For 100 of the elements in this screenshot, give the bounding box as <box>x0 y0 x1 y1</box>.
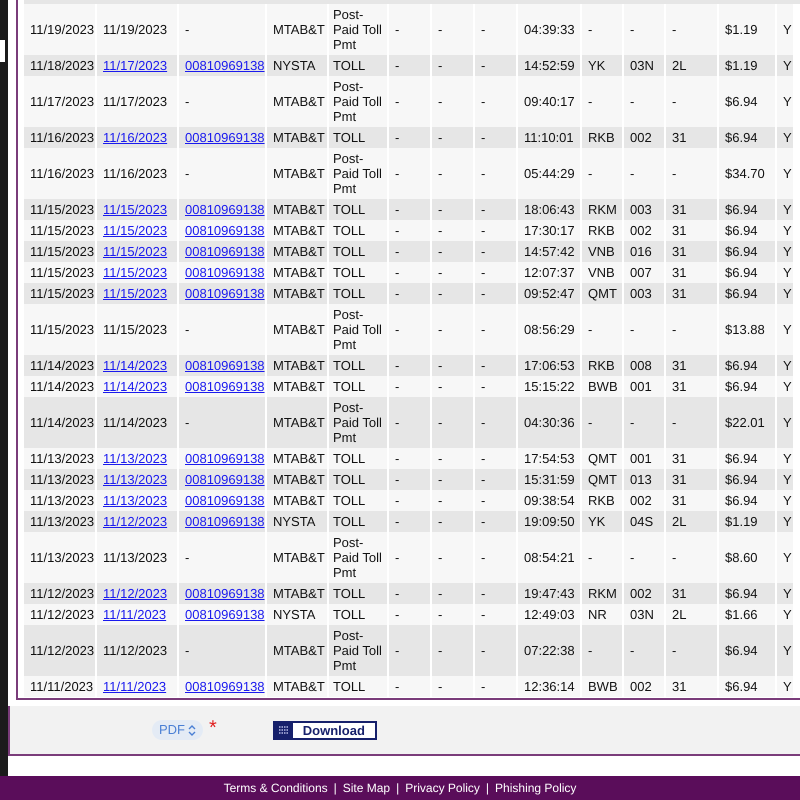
table-cell: Y <box>783 94 792 109</box>
table-cell: NR <box>588 607 607 622</box>
table-cell: - <box>481 286 486 301</box>
table-link[interactable]: 00810969138 <box>185 514 265 529</box>
table-cell: - <box>588 322 592 337</box>
table-cell: 31 <box>672 358 686 373</box>
table-cell: 11/15/2023 <box>30 202 94 217</box>
table-link[interactable]: 11/14/2023 <box>103 379 168 394</box>
table-cell: $6.94 <box>725 679 758 694</box>
table-link[interactable]: 00810969138 <box>185 244 265 259</box>
table-cell: - <box>481 22 486 37</box>
table-cell: - <box>395 451 400 466</box>
table-link[interactable]: 11/12/2023 <box>103 586 168 601</box>
table-link[interactable]: 11/15/2023 <box>103 202 168 217</box>
table-cell: $6.94 <box>725 472 758 487</box>
table-cell: - <box>481 472 486 487</box>
table-cell: Y <box>783 451 792 466</box>
table-cell: 31 <box>672 679 686 694</box>
table-cell: 09:52:47 <box>524 286 575 301</box>
footer-link[interactable]: Phishing Policy <box>495 779 576 797</box>
table-cell: MTAB&T <box>273 415 325 430</box>
table-cell: - <box>395 58 400 73</box>
table-cell: 18:06:43 <box>524 202 575 217</box>
table-link[interactable]: 00810969138 <box>185 493 265 508</box>
table-cell: Y <box>783 244 792 259</box>
table-link[interactable]: 11/13/2023 <box>103 451 168 466</box>
table-cell: - <box>630 643 634 658</box>
table-link[interactable]: 11/11/2023 <box>103 607 166 622</box>
table-cell: $1.19 <box>725 514 758 529</box>
table-cell: Y <box>783 586 792 601</box>
footer-link[interactable]: Terms & Conditions <box>224 779 328 797</box>
table-cell: 013 <box>630 472 652 487</box>
table-cell: - <box>438 451 442 466</box>
table-link[interactable]: 00810969138 <box>185 358 265 373</box>
table-cell: - <box>630 166 634 181</box>
table-cell: $34.70 <box>725 166 765 181</box>
table-cell: TOLL <box>333 58 366 73</box>
table-link[interactable]: 11/12/2023 <box>103 514 168 529</box>
table-link[interactable]: 11/11/2023 <box>103 679 166 694</box>
table-cell: - <box>588 22 592 37</box>
table-cell: - <box>481 643 486 658</box>
table-cell: - <box>438 415 442 430</box>
table-cell: 11/19/2023 <box>103 22 168 37</box>
table-cell: 2L <box>672 607 686 622</box>
table-cell: 31 <box>672 493 686 508</box>
table-link[interactable]: 00810969138 <box>185 379 265 394</box>
table-cell: - <box>672 22 676 37</box>
table-cell: - <box>630 22 634 37</box>
table-link[interactable]: 11/17/2023 <box>103 58 168 73</box>
table-link[interactable]: 11/15/2023 <box>103 265 168 280</box>
table-cell: - <box>481 265 486 280</box>
table-link[interactable]: 00810969138 <box>185 202 265 217</box>
footer-link[interactable]: Privacy Policy <box>405 779 480 797</box>
table-cell: 11:10:01 <box>524 130 574 145</box>
table-link[interactable]: 00810969138 <box>185 586 265 601</box>
table-link[interactable]: 11/15/2023 <box>103 244 168 259</box>
download-button[interactable]: Download <box>272 720 377 740</box>
table-cell: TOLL <box>333 586 366 601</box>
table-cell: Y <box>783 415 792 430</box>
table-cell: - <box>481 358 486 373</box>
table-link[interactable]: 11/13/2023 <box>103 472 168 487</box>
table-link[interactable]: 00810969138 <box>185 223 265 238</box>
table-link[interactable]: 00810969138 <box>185 607 265 622</box>
table-cell: - <box>672 550 676 565</box>
separator: | <box>396 780 400 797</box>
table-link[interactable]: 11/13/2023 <box>103 493 168 508</box>
table-cell: - <box>438 166 442 181</box>
table-cell: - <box>481 94 486 109</box>
table-link[interactable]: 11/14/2023 <box>103 358 168 373</box>
table-link[interactable]: 00810969138 <box>185 58 265 73</box>
table-cell: Y <box>783 223 792 238</box>
table-link[interactable]: 11/15/2023 <box>103 223 168 238</box>
table-cell: VNB <box>588 265 615 280</box>
table-link[interactable]: 00810969138 <box>185 286 265 301</box>
table-cell: 03N <box>630 58 654 73</box>
table-cell: 11/11/2023 <box>30 679 94 694</box>
table-cell: - <box>438 94 442 109</box>
table-link[interactable]: 00810969138 <box>185 472 265 487</box>
table-cell: - <box>438 58 442 73</box>
table-cell: 14:57:42 <box>524 244 575 259</box>
table-cell: YK <box>588 514 606 529</box>
table-cell: 19:47:43 <box>524 586 575 601</box>
table-cell: $22.01 <box>725 415 765 430</box>
table-cell: - <box>185 166 190 181</box>
table-cell: - <box>438 514 442 529</box>
table-cell: MTAB&T <box>273 22 325 37</box>
table-link[interactable]: 00810969138 <box>185 679 265 694</box>
table-cell: 12:36:14 <box>524 679 575 694</box>
table-cell: - <box>672 166 676 181</box>
table-link[interactable]: 11/16/2023 <box>103 130 168 145</box>
table-cell: TOLL <box>333 493 366 508</box>
table-link[interactable]: 11/15/2023 <box>103 286 168 301</box>
table-link[interactable]: 00810969138 <box>185 130 265 145</box>
table-cell: $6.94 <box>725 130 758 145</box>
separator: | <box>486 780 490 797</box>
footer-link[interactable]: Site Map <box>342 779 390 797</box>
table-cell: - <box>588 415 592 430</box>
table-link[interactable]: 00810969138 <box>185 451 265 466</box>
table-cell: 11/15/2023 <box>30 322 94 337</box>
table-link[interactable]: 00810969138 <box>185 265 265 280</box>
